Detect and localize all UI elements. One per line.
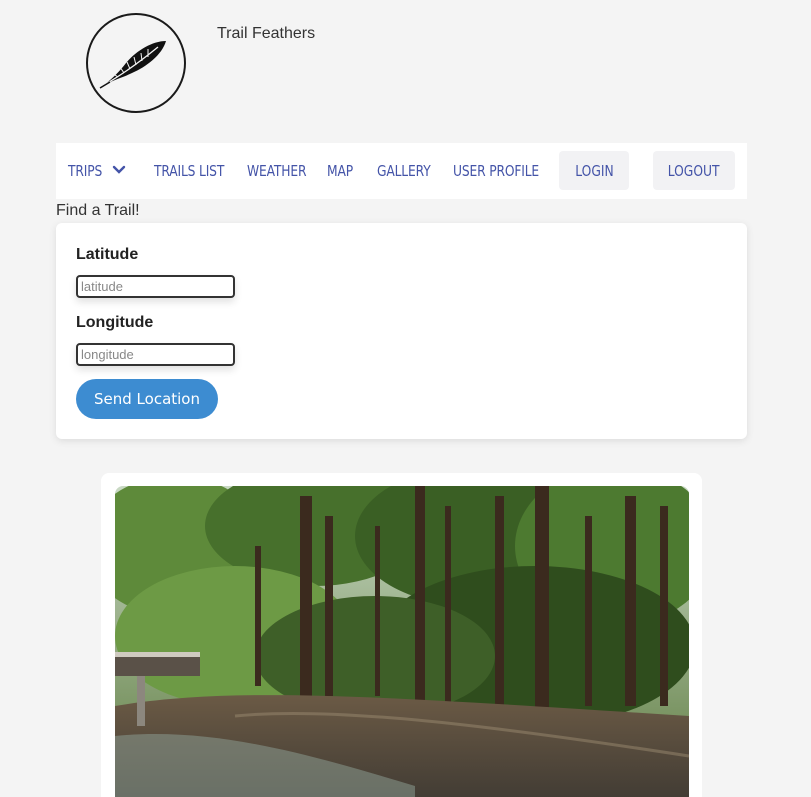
nav-weather[interactable]: WEATHER bbox=[247, 162, 306, 180]
longitude-input[interactable] bbox=[76, 343, 235, 366]
feather-icon bbox=[99, 41, 166, 89]
site-title: Trail Feathers bbox=[217, 25, 316, 42]
send-location-button[interactable]: Send Location bbox=[76, 379, 218, 419]
logout-button[interactable]: LOGOUT bbox=[653, 151, 735, 190]
latitude-input[interactable] bbox=[76, 275, 235, 298]
login-button[interactable]: LOGIN bbox=[559, 151, 629, 190]
main-navbar: TRIPS TRAILS LIST WEATHER MAP GALLERY US… bbox=[56, 143, 747, 199]
chevron-down-icon[interactable] bbox=[112, 165, 126, 175]
site-logo[interactable] bbox=[86, 13, 186, 113]
longitude-label: Longitude bbox=[76, 314, 154, 331]
latitude-label: Latitude bbox=[76, 246, 139, 263]
nav-user-profile[interactable]: USER PROFILE bbox=[453, 162, 539, 180]
find-trail-heading: Find a Trail! bbox=[56, 202, 140, 219]
nav-map[interactable]: MAP bbox=[327, 162, 353, 180]
location-form-card: Latitude Longitude Send Location bbox=[56, 223, 747, 439]
login-label: LOGIN bbox=[574, 161, 614, 180]
nav-gallery[interactable]: GALLERY bbox=[377, 162, 431, 180]
nav-trails-list[interactable]: TRAILS LIST bbox=[154, 162, 224, 180]
forest-trail-photo bbox=[115, 486, 689, 797]
nav-trips[interactable]: TRIPS bbox=[68, 162, 102, 180]
photo-card bbox=[101, 473, 702, 797]
logout-label: LOGOUT bbox=[668, 161, 720, 180]
